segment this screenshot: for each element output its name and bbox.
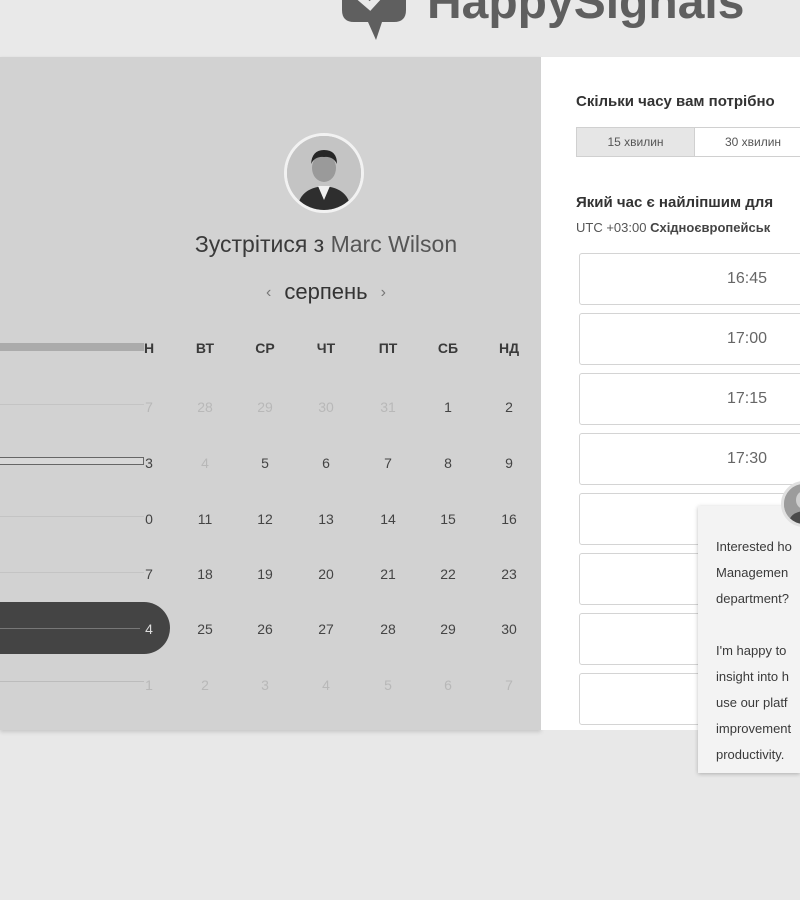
calendar-day[interactable]: 9 (484, 455, 534, 471)
month-label: серпень (284, 279, 368, 304)
chat-popup[interactable]: Interested ho Managemen department? I'm … (698, 506, 800, 773)
speech-bubble-logo-icon (342, 0, 406, 40)
time-slot-button[interactable]: 17:00 (579, 313, 800, 365)
top-bar: HappySignals (0, 0, 800, 56)
calendar-day[interactable]: 3 (124, 455, 174, 471)
host-name: Marc Wilson (330, 231, 458, 257)
duration-option-15[interactable]: 15 хвилин (576, 127, 695, 157)
calendar-day[interactable]: 29 (423, 621, 473, 637)
calendar-day-other-month: 2 (201, 677, 209, 693)
time-slot-label: 17:00 (727, 330, 768, 347)
calendar-day[interactable]: 16 (484, 511, 534, 527)
calendar-day[interactable]: 22 (423, 566, 473, 582)
calendar-day[interactable]: 23 (484, 566, 534, 582)
calendar-day[interactable]: 27 (301, 621, 351, 637)
weekday-header: Н (143, 340, 155, 356)
calendar-day[interactable]: 1 (423, 399, 473, 415)
calendar-day[interactable]: 26 (240, 621, 290, 637)
calendar-day-other-month: 7 (145, 399, 153, 415)
calendar-day-other-month: 7 (505, 677, 513, 693)
timezone-name: Східноєвропейськ (650, 220, 771, 235)
timezone-offset: UTC +03:00 (576, 220, 647, 235)
calendar-day[interactable]: 8 (423, 455, 473, 471)
timezone-label: UTC +03:00 Східноєвропейськ (576, 220, 770, 235)
chat-message: Interested ho Managemen department? I'm … (716, 539, 792, 762)
calendar-day[interactable]: 2 (484, 399, 534, 415)
calendar-day-other-month: 29 (257, 399, 273, 415)
time-slot-label: 16:45 (727, 270, 768, 287)
week-bar-header (0, 343, 144, 351)
meet-prefix: Зустрітися з (194, 231, 325, 257)
week-bar-row-1 (0, 404, 144, 405)
calendar-day-other-month: 1 (145, 677, 153, 693)
calendar-day-other-month: 28 (197, 399, 213, 415)
calendar-day[interactable]: 25 (180, 621, 230, 637)
calendar-day[interactable]: 6 (301, 455, 351, 471)
weekday-header: ВТ (195, 340, 215, 356)
calendar-day[interactable]: 11 (180, 511, 230, 527)
time-slot-label: 17:30 (727, 450, 768, 467)
time-slot-button[interactable]: 16:45 (579, 253, 800, 305)
calendar-day[interactable]: 21 (363, 566, 413, 582)
calendar-day[interactable]: 28 (363, 621, 413, 637)
time-slot-button[interactable]: 17:30 (579, 433, 800, 485)
calendar-day[interactable]: 14 (363, 511, 413, 527)
host-avatar (284, 133, 364, 213)
calendar-day[interactable]: 12 (240, 511, 290, 527)
week-bar-row-5 (0, 628, 140, 629)
chevron-left-icon[interactable]: ‹ (266, 284, 271, 302)
weekday-header: СР (255, 340, 275, 356)
time-slot-label: 17:15 (727, 390, 768, 407)
time-question: Який час є найліпшим для (576, 194, 774, 211)
calendar-day[interactable]: 0 (124, 511, 174, 527)
calendar-day-other-month: 31 (380, 399, 396, 415)
calendar-day[interactable]: 19 (240, 566, 290, 582)
weekday-header: ЧТ (316, 340, 336, 356)
calendar-day-selected[interactable]: 4 (124, 621, 174, 637)
calendar-day-other-month: 5 (384, 677, 392, 693)
calendar-day[interactable]: 5 (240, 455, 290, 471)
calendar-panel: Зустрітися з Marc Wilson ‹ серпень › Н ВТ … (0, 57, 541, 730)
week-bar-row-3 (0, 516, 144, 517)
week-bar-row-2 (0, 457, 144, 465)
calendar-day[interactable]: 20 (301, 566, 351, 582)
calendar-day[interactable]: 18 (180, 566, 230, 582)
calendar-day-other-month: 4 (322, 677, 330, 693)
duration-question: Скільки часу вам потрібно (576, 93, 775, 110)
calendar-day[interactable]: 15 (423, 511, 473, 527)
calendar-day[interactable]: 13 (301, 511, 351, 527)
calendar-day-other-month: 30 (318, 399, 334, 415)
calendar-day-unavailable: 4 (201, 455, 209, 471)
calendar-day[interactable]: 7 (124, 566, 174, 582)
calendar-day-other-month: 6 (444, 677, 452, 693)
weekday-header: ПТ (378, 340, 398, 356)
calendar-day[interactable]: 30 (484, 621, 534, 637)
duration-option-30[interactable]: 30 хвилин (694, 127, 800, 157)
brand-logo-text: HappySignals (427, 0, 745, 29)
calendar-day[interactable]: 7 (363, 455, 413, 471)
week-bar-row-4 (0, 572, 144, 573)
calendar-day-other-month: 3 (261, 677, 269, 693)
week-bar-row-6 (0, 681, 144, 682)
weekday-header: СБ (437, 340, 459, 356)
chevron-right-icon[interactable]: › (381, 284, 386, 302)
weekday-header: НД (498, 340, 520, 356)
time-slot-button[interactable]: 17:15 (579, 373, 800, 425)
